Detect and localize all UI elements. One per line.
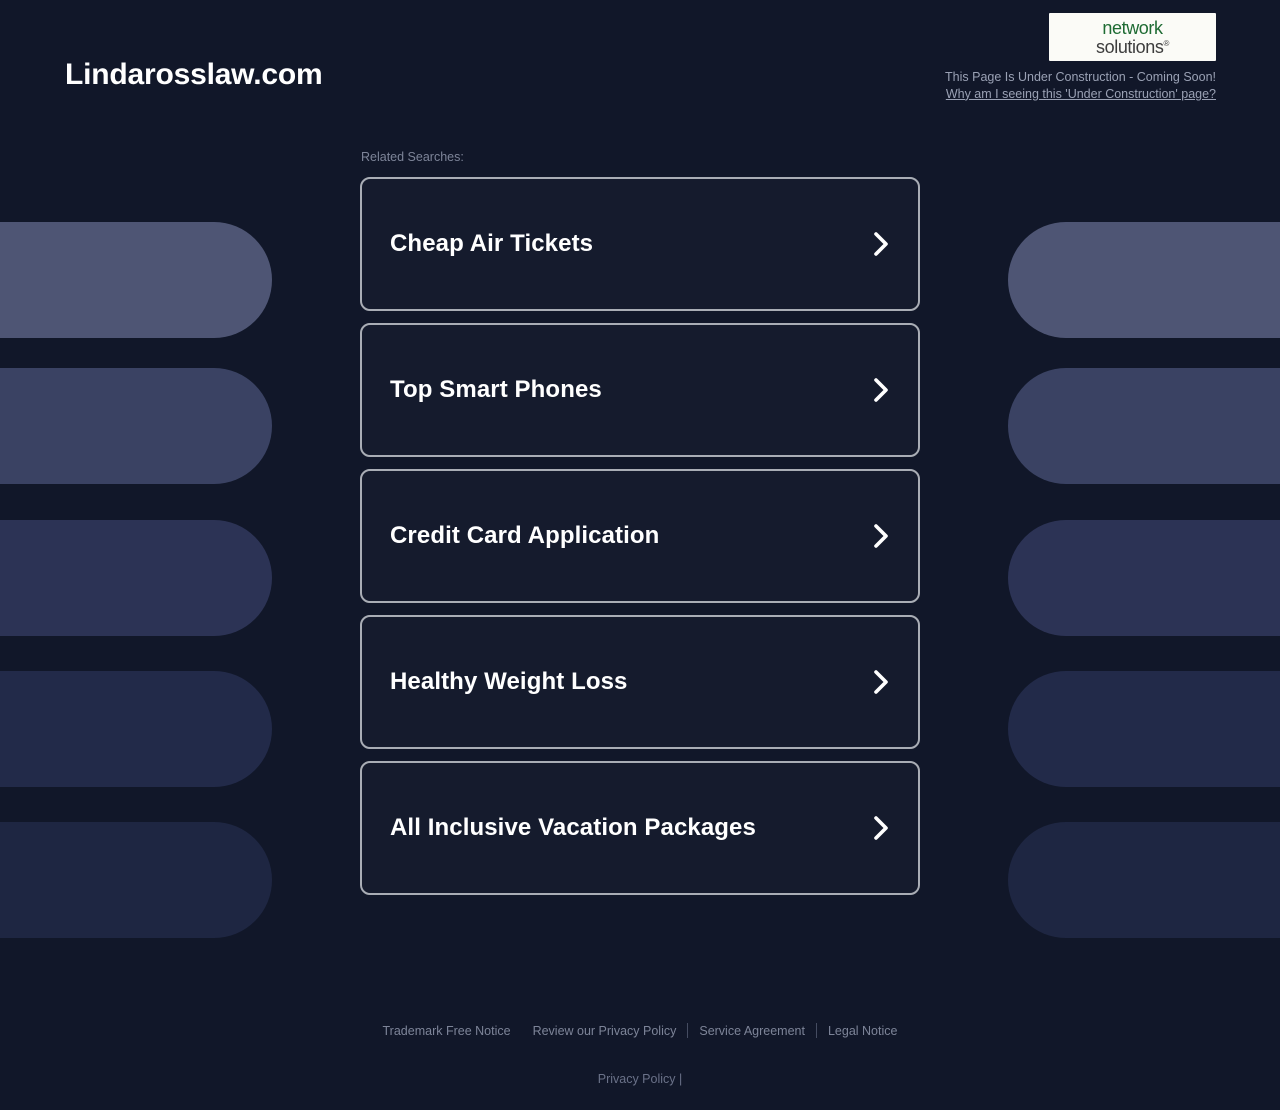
header-notice: This Page Is Under Construction - Coming…	[945, 69, 1216, 103]
privacy-policy-bottom-link[interactable]: Privacy Policy |	[598, 1072, 683, 1086]
footer-link[interactable]: Service Agreement	[688, 1024, 816, 1038]
related-search-label: Top Smart Phones	[390, 376, 602, 403]
registered-mark-icon: ®	[1163, 38, 1169, 48]
under-construction-text: This Page Is Under Construction - Coming…	[945, 70, 1216, 84]
chevron-right-icon	[872, 523, 892, 549]
footer-link[interactable]: Legal Notice	[817, 1024, 909, 1038]
network-solutions-logo: network solutions®	[1049, 13, 1216, 61]
logo-solutions-word: solutions	[1096, 36, 1164, 57]
page-footer: Trademark Free Notice Review our Privacy …	[0, 1023, 1280, 1110]
page-header: Lindarosslaw.com network solutions® This…	[0, 0, 1280, 150]
chevron-right-icon	[872, 669, 892, 695]
page-root: Lindarosslaw.com network solutions® This…	[0, 0, 1280, 1110]
under-construction-help-link[interactable]: Why am I seeing this 'Under Construction…	[945, 86, 1216, 103]
related-search-card[interactable]: Healthy Weight Loss	[360, 615, 920, 749]
footer-bottom: Privacy Policy |	[0, 1070, 1280, 1088]
logo-text-solutions: solutions®	[1096, 38, 1169, 56]
related-searches-label: Related Searches:	[361, 150, 464, 164]
related-search-card[interactable]: Credit Card Application	[360, 469, 920, 603]
footer-links: Trademark Free Notice Review our Privacy …	[0, 1023, 1280, 1038]
chevron-right-icon	[872, 231, 892, 257]
related-search-label: Credit Card Application	[390, 522, 660, 549]
related-search-label: Healthy Weight Loss	[390, 668, 628, 695]
footer-link[interactable]: Review our Privacy Policy	[522, 1024, 688, 1038]
related-search-label: Cheap Air Tickets	[390, 230, 594, 257]
site-title: Lindarosslaw.com	[65, 58, 323, 91]
chevron-right-icon	[872, 815, 892, 841]
chevron-right-icon	[872, 377, 892, 403]
related-search-label: All Inclusive Vacation Packages	[390, 814, 756, 841]
related-searches-list: Cheap Air Tickets Top Smart Phones Credit …	[360, 177, 920, 895]
related-search-card[interactable]: Cheap Air Tickets	[360, 177, 920, 311]
logo-text-network: network	[1102, 17, 1163, 38]
main-content: Related Searches: Cheap Air Tickets Top S…	[360, 150, 920, 895]
footer-link[interactable]: Trademark Free Notice	[372, 1024, 522, 1038]
related-search-card[interactable]: Top Smart Phones	[360, 323, 920, 457]
related-search-card[interactable]: All Inclusive Vacation Packages	[360, 761, 920, 895]
